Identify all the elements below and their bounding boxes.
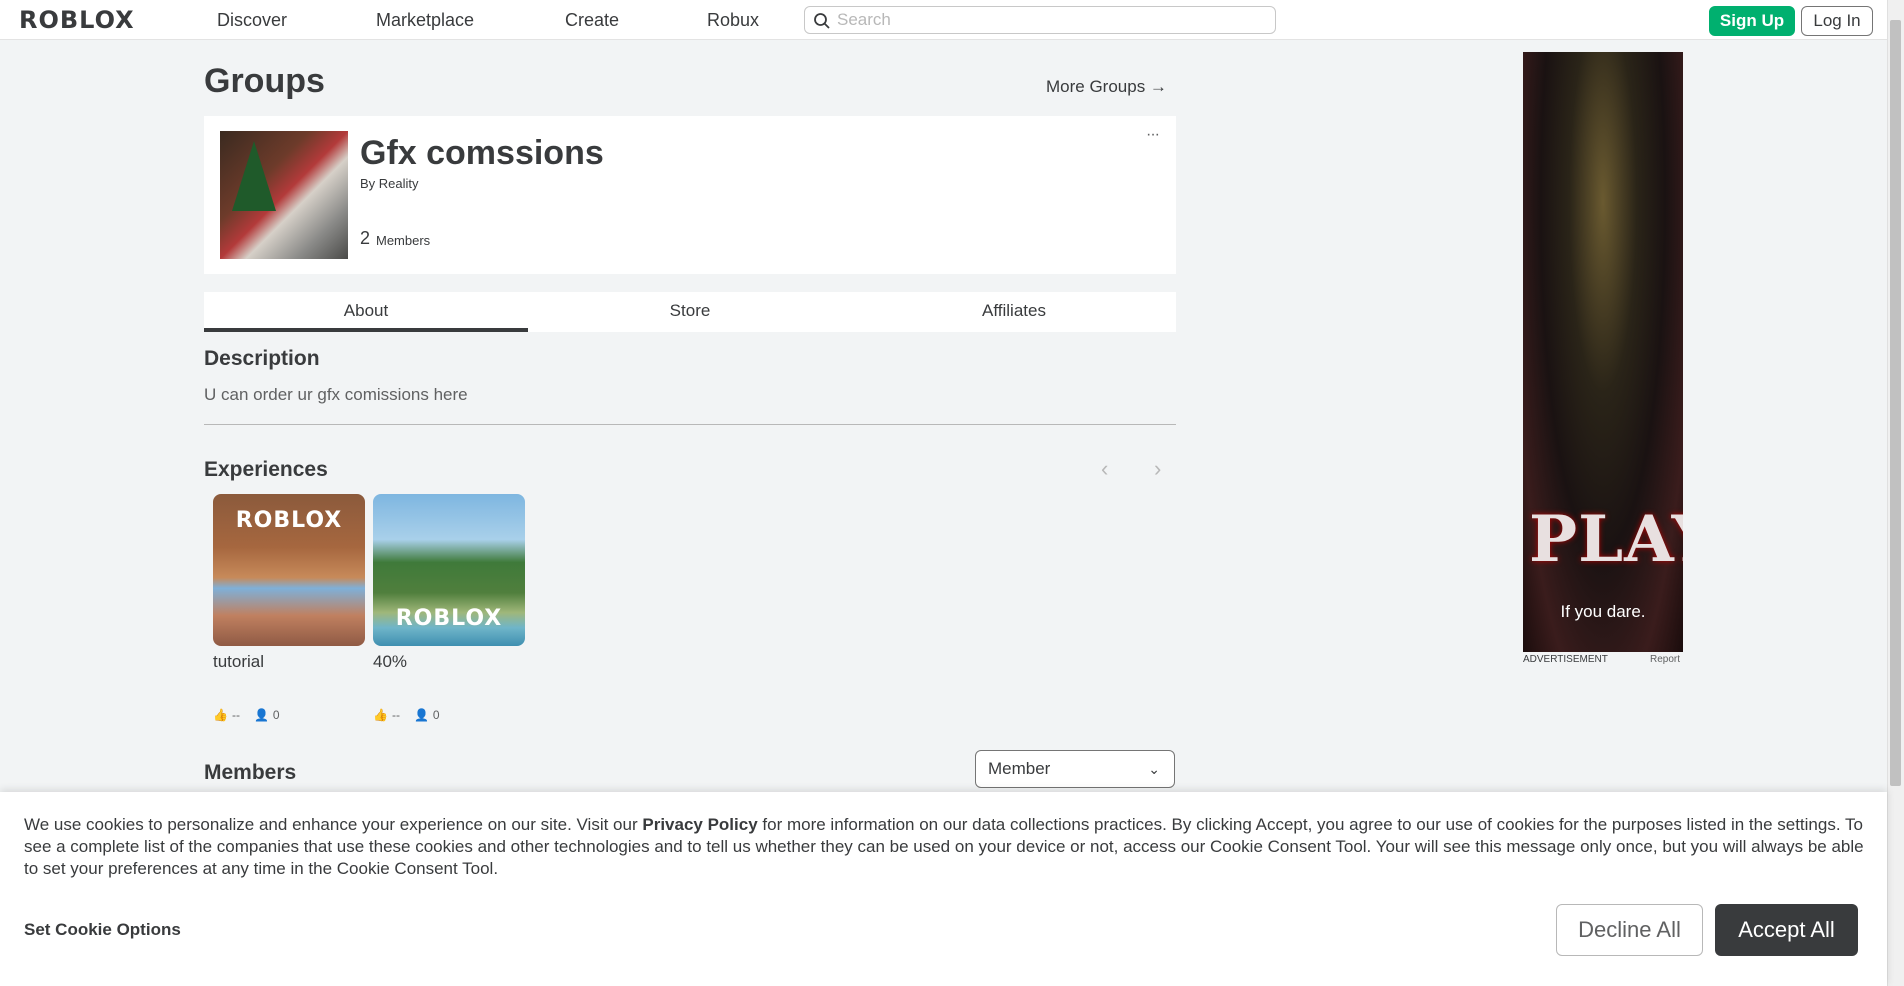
tab-affiliates[interactable]: Affiliates <box>852 292 1176 332</box>
advertisement-banner[interactable]: PLAY If you dare. <box>1523 52 1683 652</box>
player-count: 0 <box>272 708 280 722</box>
christmas-tree-graphic <box>232 141 276 211</box>
experience-stats: 👍 -- 👤 0 <box>373 708 444 722</box>
group-emblem-image <box>220 131 348 259</box>
tab-about[interactable]: About <box>204 292 528 332</box>
privacy-policy-link[interactable]: Privacy Policy <box>642 815 757 834</box>
player-count: 0 <box>432 708 440 722</box>
carousel-next-icon[interactable]: › <box>1154 456 1161 482</box>
more-options-icon[interactable]: ··· <box>1146 126 1160 144</box>
ad-tagline: If you dare. <box>1560 602 1646 621</box>
description-text: U can order ur gfx comissions here <box>204 385 468 404</box>
nav-create[interactable]: Create <box>565 10 619 30</box>
experience-card[interactable]: ROBLOX 40% 👍 -- 👤 0 <box>373 494 525 722</box>
experiences-heading: Experiences <box>204 458 328 481</box>
report-ad-link[interactable]: Report <box>1650 654 1680 665</box>
accept-all-button[interactable]: Accept All <box>1715 904 1858 956</box>
description-heading: Description <box>204 347 320 370</box>
log-in-button[interactable]: Log In <box>1801 6 1873 36</box>
member-count: 2 <box>360 228 371 248</box>
experience-name[interactable]: tutorial <box>213 652 264 672</box>
members-heading: Members <box>204 761 297 784</box>
ad-headline: PLAY <box>1529 502 1683 577</box>
experience-thumbnail[interactable]: ROBLOX <box>213 494 365 646</box>
cookie-consent-banner: We use cookies to personalize and enhanc… <box>0 792 1887 986</box>
page-title: Groups <box>204 62 325 100</box>
scrollbar-thumb[interactable] <box>1890 20 1901 786</box>
sign-up-button[interactable]: Sign Up <box>1709 6 1795 36</box>
roblox-logo: ROBLOX <box>395 606 503 631</box>
decline-all-button[interactable]: Decline All <box>1556 904 1703 956</box>
search-input[interactable] <box>837 9 1267 31</box>
members-role-value: Member <box>988 759 1051 778</box>
experience-stats: 👍 -- 👤 0 <box>213 708 284 722</box>
top-navbar: ROBLOX Discover Marketplace Create Robux… <box>0 0 1887 40</box>
carousel-prev-icon[interactable]: ‹ <box>1101 456 1108 482</box>
like-ratio: -- <box>231 708 240 722</box>
chevron-down-icon: ⌄ <box>1148 761 1160 777</box>
nav-robux[interactable]: Robux <box>707 10 759 30</box>
owner-prefix: By <box>360 176 376 191</box>
experience-name[interactable]: 40% <box>373 652 407 672</box>
advertisement-label: ADVERTISEMENT <box>1523 654 1608 665</box>
group-tabs: About Store Affiliates <box>204 292 1176 332</box>
search-icon <box>814 13 830 29</box>
nav-marketplace[interactable]: Marketplace <box>376 10 474 30</box>
experience-thumbnail[interactable]: ROBLOX <box>373 494 525 646</box>
thumbs-up-icon: 👍 <box>213 708 228 722</box>
tab-store[interactable]: Store <box>528 292 852 332</box>
more-groups-link[interactable]: More Groups → <box>1046 77 1167 97</box>
experience-card[interactable]: ROBLOX tutorial 👍 -- 👤 0 <box>213 494 365 722</box>
members-label: Members <box>376 233 431 248</box>
group-name: Gfx comssions <box>360 134 604 172</box>
cookie-text-start: We use cookies to personalize and enhanc… <box>24 815 643 834</box>
roblox-logo: ROBLOX <box>235 508 343 533</box>
players-icon: 👤 <box>413 708 429 722</box>
group-owner-line: By Reality <box>360 176 419 191</box>
search-box <box>804 6 1276 34</box>
roblox-logo[interactable]: ROBLOX <box>19 8 135 32</box>
like-ratio: -- <box>391 708 400 722</box>
thumbs-up-icon: 👍 <box>373 708 388 722</box>
owner-link[interactable]: Reality <box>379 176 419 191</box>
set-cookie-options-link[interactable]: Set Cookie Options <box>24 920 181 940</box>
cookie-message: We use cookies to personalize and enhanc… <box>24 814 1866 880</box>
section-divider <box>204 424 1176 425</box>
players-icon: 👤 <box>253 708 269 722</box>
members-role-dropdown[interactable]: Member ⌄ <box>975 750 1175 788</box>
group-header-card: Gfx comssions By Reality 2 Members ··· <box>204 116 1176 274</box>
nav-discover[interactable]: Discover <box>217 10 287 30</box>
